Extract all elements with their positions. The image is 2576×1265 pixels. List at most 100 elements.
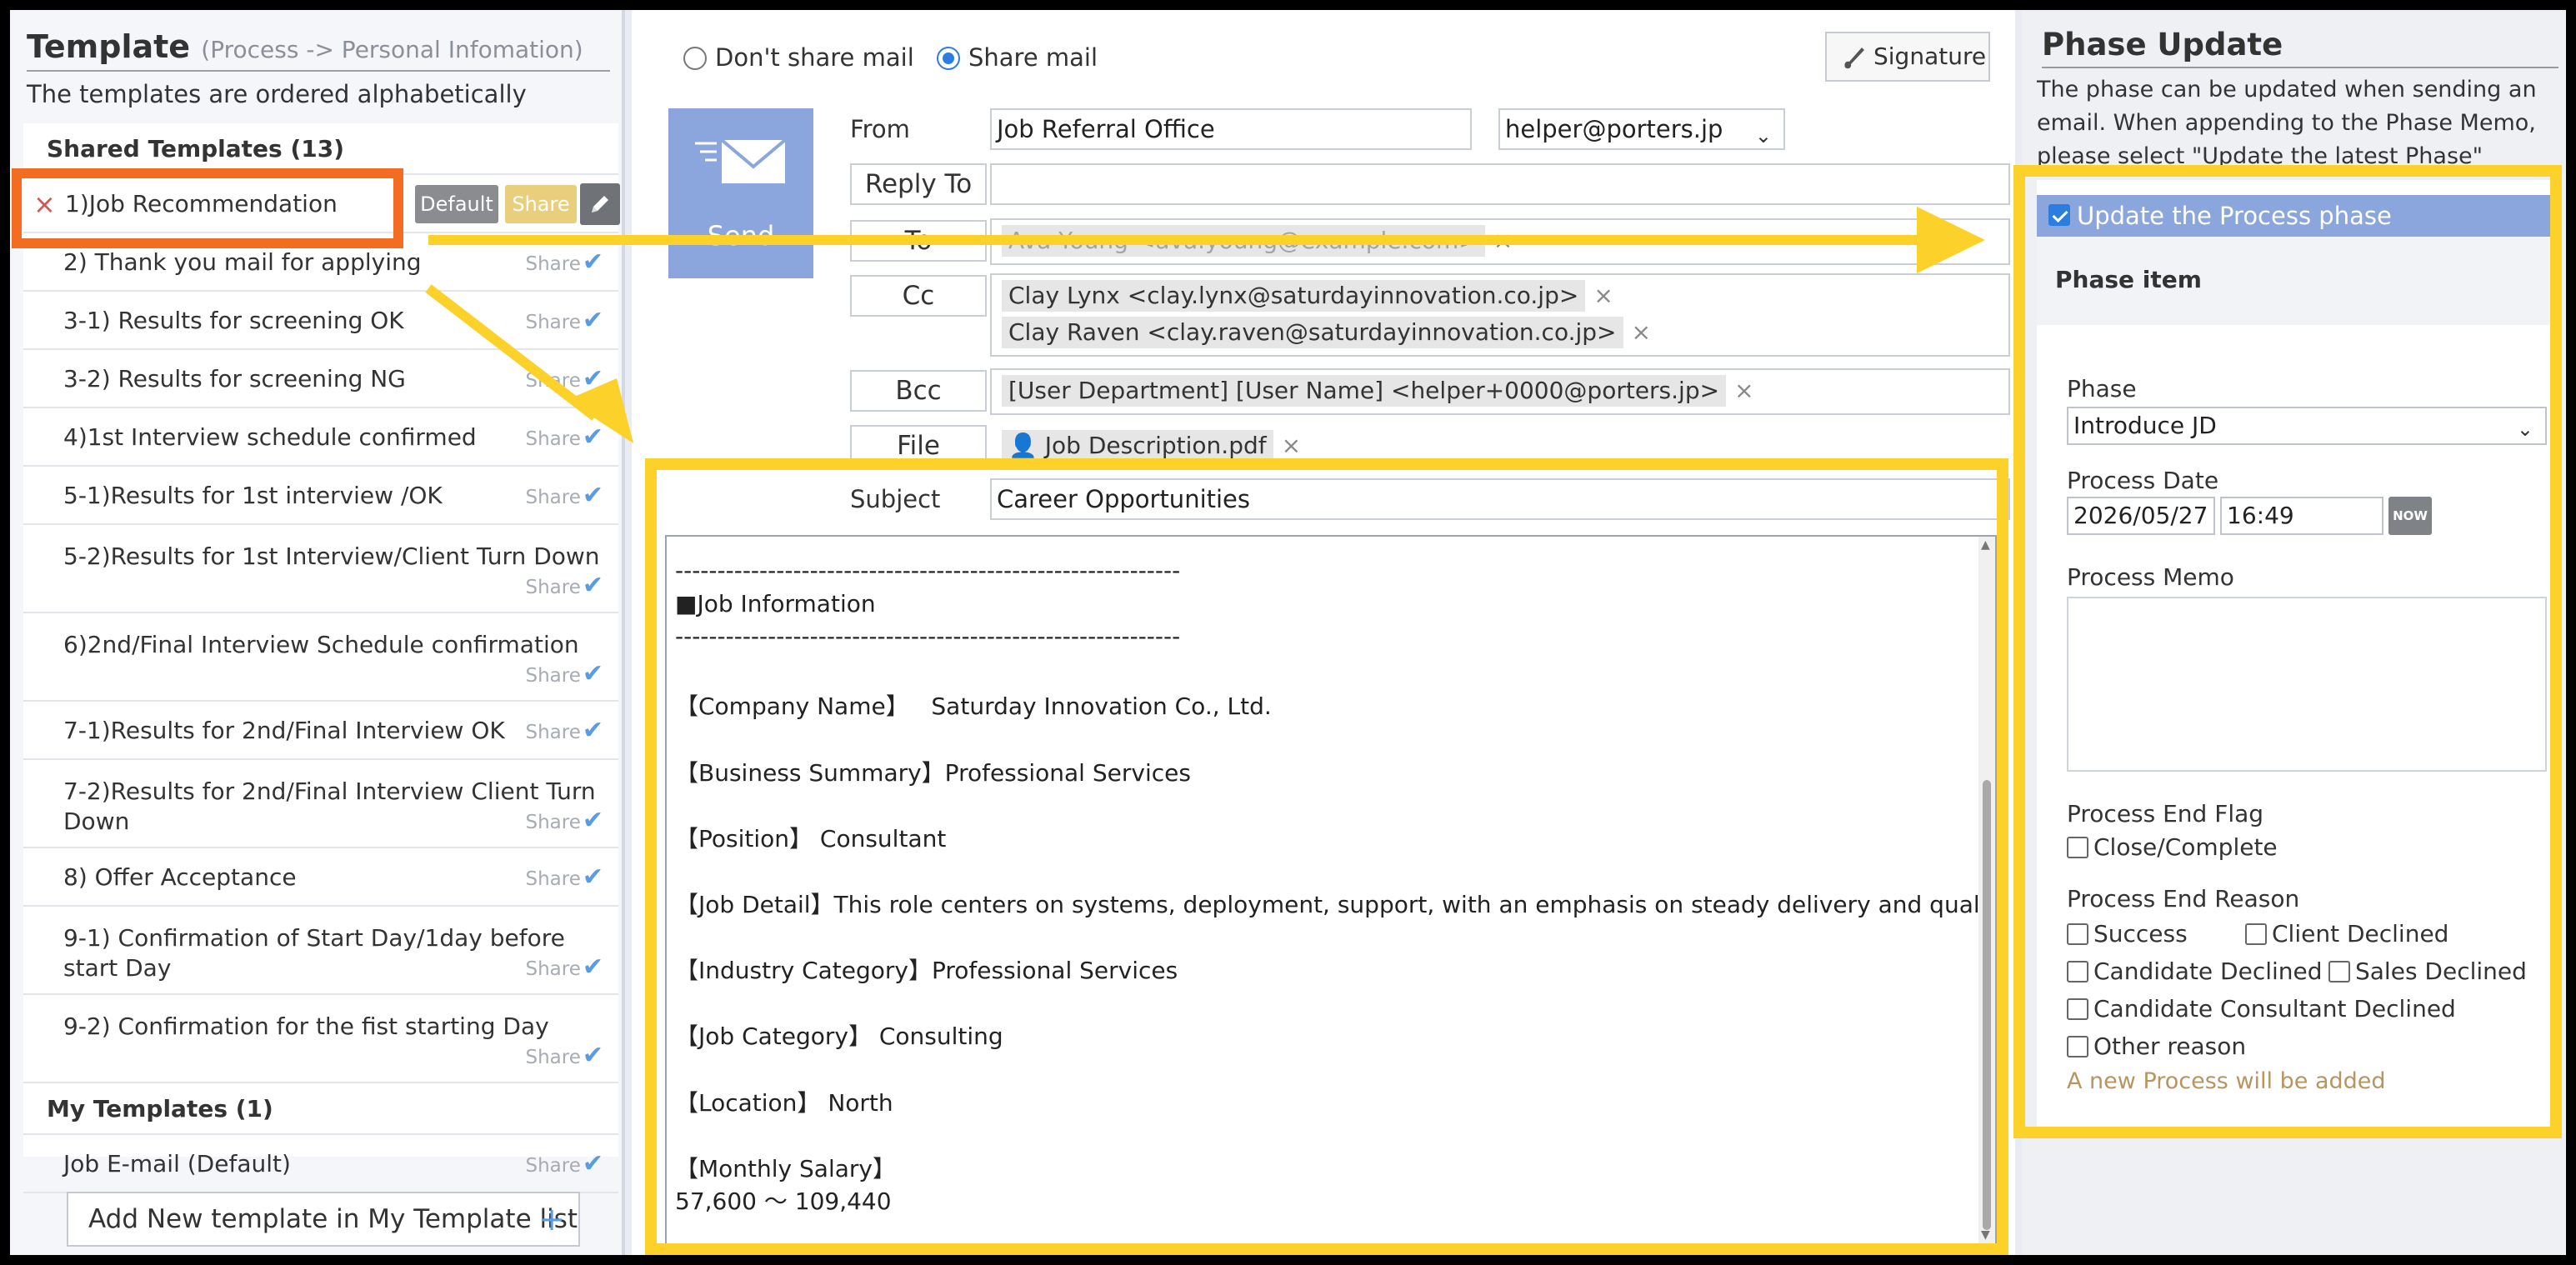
scroll-down-icon[interactable]: ▼ <box>1981 1228 1990 1242</box>
radio-dont-share[interactable] <box>683 47 707 70</box>
share-indicator: Share✔ <box>525 848 603 908</box>
template-item[interactable]: 4)1st Interview schedule confirmed Share✔ <box>23 408 618 467</box>
remove-chip-icon[interactable]: × <box>1734 377 1753 404</box>
template-item[interactable]: 7-2)Results for 2nd/Final Interview Clie… <box>23 760 618 848</box>
email-body-textarea[interactable]: ----------------------------------------… <box>665 535 1997 1245</box>
person-icon: 👤 <box>1008 432 1045 459</box>
my-templates-heading: My Templates (1) <box>23 1083 618 1135</box>
update-phase-row[interactable]: Update the Process phase <box>2037 195 2552 237</box>
subject-label: Subject <box>850 485 941 513</box>
chevron-down-icon: ⌄ <box>2516 418 2533 441</box>
process-memo-label: Process Memo <box>2067 563 2234 591</box>
new-process-note: A new Process will be added <box>2067 1068 2386 1094</box>
file-button[interactable]: File <box>850 425 987 467</box>
share-indicator: Share✔ <box>525 808 603 835</box>
remove-chip-icon[interactable]: × <box>1632 318 1651 346</box>
reply-to-input[interactable] <box>990 163 2010 205</box>
process-date-input[interactable]: 2026/05/27 <box>2067 497 2215 535</box>
template-item[interactable]: 5-2)Results for 1st Interview/Client Tur… <box>23 525 618 613</box>
signature-label: Signature <box>1873 42 1987 70</box>
template-description: The templates are ordered alphabetically <box>27 80 527 108</box>
phase-select[interactable]: Introduce JD ⌄ <box>2067 407 2547 445</box>
body-line: 57,600 〜 109,440 <box>675 1188 892 1216</box>
remove-chip-icon[interactable]: × <box>1493 227 1513 254</box>
bcc-button[interactable]: Bcc <box>850 370 987 412</box>
remove-chip-icon[interactable]: × <box>1282 432 1301 459</box>
template-item[interactable]: 6)2nd/Final Interview Schedule confirmat… <box>23 613 618 702</box>
template-item[interactable]: Job E-mail (Default) Share✔ <box>23 1135 618 1193</box>
remove-chip-icon[interactable]: × <box>1593 282 1613 309</box>
share-button[interactable]: Share <box>505 185 577 223</box>
share-indicator: Share✔ <box>525 1135 603 1195</box>
reason-other-label: Other reason <box>2093 1032 2247 1060</box>
template-list: Shared Templates (13) × 1)Job Recommenda… <box>23 123 620 1193</box>
share-indicator-label: Share <box>525 722 581 743</box>
template-item[interactable]: 8) Offer Acceptance Share✔ <box>23 848 618 907</box>
share-indicator: Share✔ <box>525 350 603 410</box>
radio-share[interactable] <box>936 47 960 70</box>
chip-label: Clay Lynx <clay.lynx@saturdayinnovation.… <box>1008 282 1579 309</box>
body-line: ■Job Information <box>675 589 876 618</box>
subject-input[interactable]: Career Opportunities <box>990 478 2010 520</box>
template-item[interactable]: 9-2) Confirmation for the fist starting … <box>23 995 618 1083</box>
close-complete-checkbox[interactable] <box>2067 837 2088 858</box>
plus-icon: + <box>538 1201 565 1238</box>
to-input[interactable]: Ava Young <ava.young@example.com> × <box>990 218 2010 265</box>
share-indicator-label: Share <box>525 428 581 450</box>
recipient-chip: [User Department] [User Name] <helper+00… <box>1002 375 1727 407</box>
reason-success-checkbox[interactable] <box>2067 923 2088 945</box>
reason-candidate-consultant-declined-checkbox[interactable] <box>2067 998 2088 1020</box>
bcc-input[interactable]: [User Department] [User Name] <helper+00… <box>990 368 2010 415</box>
cc-button[interactable]: Cc <box>850 275 987 317</box>
recipient-chip: 👤 Job Description.pdf <box>1002 430 1273 462</box>
body-scrollbar[interactable]: ▲ ▼ <box>1978 537 1995 1243</box>
check-icon: ✔ <box>582 248 603 277</box>
to-button[interactable]: To <box>850 220 987 262</box>
phase-value: Introduce JD <box>2073 412 2217 439</box>
signature-button[interactable]: Signature <box>1825 32 1990 82</box>
reason-candidate-declined-checkbox[interactable] <box>2067 961 2088 982</box>
edit-pencil-icon[interactable] <box>580 183 620 225</box>
from-name-input[interactable]: Job Referral Office <box>990 108 1472 150</box>
send-button[interactable]: Send <box>668 108 813 278</box>
default-button[interactable]: Default <box>415 185 498 223</box>
recipient-chip: Ava Young <ava.young@example.com> <box>1002 225 1485 257</box>
recipient-chip: Clay Lynx <clay.lynx@saturdayinnovation.… <box>1002 280 1586 312</box>
cc-input[interactable]: Clay Lynx <clay.lynx@saturdayinnovation.… <box>990 273 2010 357</box>
share-indicator: Share✔ <box>525 467 603 527</box>
from-address-select[interactable]: helper@porters.jp ⌄ <box>1498 108 1785 150</box>
template-item[interactable]: 7-1)Results for 2nd/Final Interview OK Sh… <box>23 702 618 760</box>
reason-sales-declined-checkbox[interactable] <box>2328 961 2350 982</box>
from-label: From <box>850 115 910 143</box>
template-item[interactable]: 3-2) Results for screening NG Share✔ <box>23 350 618 408</box>
recipient-chip: Clay Raven <clay.raven@saturdayinnovatio… <box>1002 317 1623 348</box>
reason-client-declined-checkbox[interactable] <box>2245 923 2267 945</box>
body-line: 【Business Summary】Professional Services <box>675 758 1191 787</box>
divider <box>27 70 610 72</box>
send-label: Send <box>707 220 775 252</box>
phase-card: Update the Process phase Phase item Phas… <box>2037 180 2552 1128</box>
check-icon: ✔ <box>582 1041 603 1070</box>
check-icon: ✔ <box>582 306 603 335</box>
process-memo-textarea[interactable] <box>2067 597 2547 772</box>
now-button[interactable]: NOW <box>2388 497 2432 535</box>
reason-other-checkbox[interactable] <box>2067 1036 2088 1058</box>
reply-to-button[interactable]: Reply To <box>850 163 987 205</box>
template-item[interactable]: 9-1) Confirmation of Start Day/1day befo… <box>23 907 618 995</box>
update-phase-checkbox[interactable] <box>2048 204 2070 226</box>
process-time-input[interactable]: 16:49 <box>2220 497 2383 535</box>
add-template-button[interactable]: Add New template in My Template list + <box>67 1192 580 1247</box>
share-indicator-label: Share <box>525 312 581 333</box>
chip-label: [User Department] [User Name] <helper+00… <box>1008 377 1720 404</box>
body-line: 【Industry Category】Professional Services <box>675 957 1178 985</box>
reason-success-label: Success <box>2093 920 2188 948</box>
template-item[interactable]: 3-1) Results for screening OK Share✔ <box>23 292 618 350</box>
scroll-thumb[interactable] <box>1983 780 1991 1230</box>
template-item[interactable]: 5-1)Results for 1st interview /OK Share✔ <box>23 467 618 525</box>
chip-label: Ava Young <ava.young@example.com> <box>1008 227 1478 254</box>
phase-label: Phase <box>2067 375 2137 402</box>
brush-icon <box>1838 42 1868 88</box>
share-indicator: Share✔ <box>525 955 603 982</box>
scroll-up-icon[interactable]: ▲ <box>1981 538 1990 552</box>
body-line: ----------------------------------------… <box>675 622 1181 651</box>
